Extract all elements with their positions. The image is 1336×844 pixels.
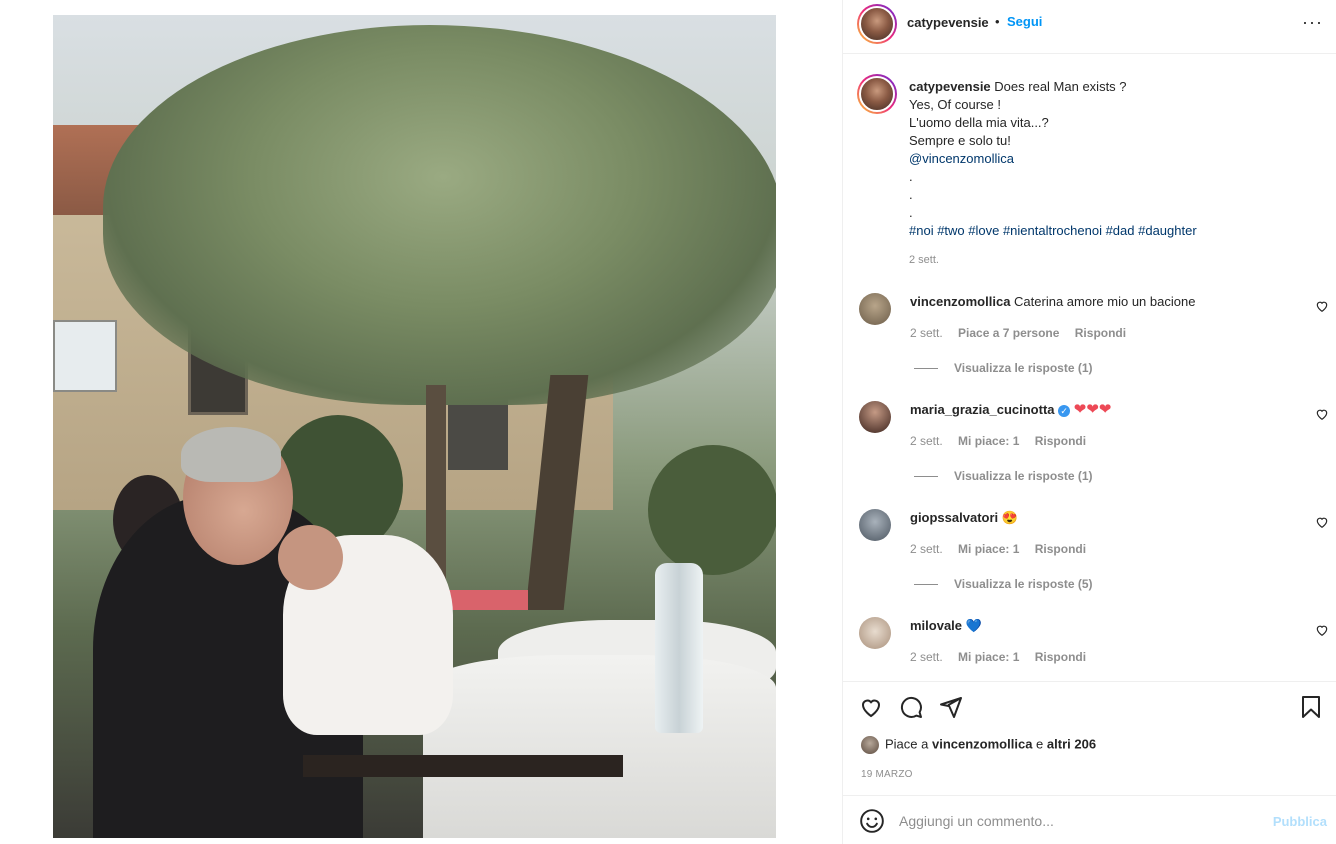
- comment: milovale 💙 2 sett. Mi piace: 1 Rispondi: [843, 617, 1336, 680]
- comment-text: milovale 💙: [910, 617, 982, 635]
- photo-sign: [53, 320, 117, 392]
- verified-icon: ✓: [1058, 404, 1071, 417]
- post-photo[interactable]: [53, 15, 776, 838]
- comment-likes[interactable]: Piace a 7 persone: [958, 326, 1059, 340]
- reply-button[interactable]: Rispondi: [1035, 650, 1086, 664]
- photo-pane: [0, 0, 842, 844]
- comment-meta: 2 sett. Mi piace: 1 Rispondi: [910, 650, 1098, 664]
- post-side-panel: catypevensie • Segui ··· catypevensie Do…: [842, 0, 1336, 844]
- comment-text: giopssalvatori 😍: [910, 509, 1018, 527]
- post-date[interactable]: 19 MARZO: [861, 769, 913, 780]
- comment: giopssalvatori 😍 2 sett. Mi piace: 1 Ris…: [843, 509, 1336, 617]
- comment-body: Caterina amore mio un bacione: [1014, 294, 1196, 309]
- comment-time: 2 sett.: [910, 434, 943, 448]
- caption-username[interactable]: catypevensie: [909, 79, 991, 94]
- avatar[interactable]: [859, 617, 891, 649]
- view-replies-button[interactable]: Visualizza le risposte (5): [914, 577, 1093, 591]
- more-icon[interactable]: ···: [1302, 12, 1323, 33]
- comment: maria_grazia_cucinotta ✓ ❤❤❤ 2 sett. Mi …: [843, 401, 1336, 509]
- reply-button[interactable]: Rispondi: [1075, 326, 1126, 340]
- caption-time: 2 sett.: [909, 254, 939, 266]
- avatar: [861, 736, 879, 754]
- view-replies-button[interactable]: Visualizza le risposte (1): [914, 469, 1093, 483]
- avatar[interactable]: [859, 509, 891, 541]
- caption-line: .: [909, 187, 913, 202]
- likes-prefix: Piace a: [885, 736, 929, 752]
- emoji-icon[interactable]: [859, 808, 885, 834]
- photo-man-hair: [181, 427, 281, 482]
- caption-text: catypevensie Does real Man exists ? Yes,…: [909, 78, 1319, 240]
- comment-username[interactable]: milovale: [910, 618, 962, 633]
- follow-button[interactable]: Segui: [1007, 14, 1042, 29]
- comment-icon[interactable]: [899, 695, 923, 719]
- heart-icon[interactable]: [1315, 515, 1329, 529]
- comment-meta: 2 sett. Piace a 7 persone Rispondi: [910, 326, 1138, 340]
- caption-line: Yes, Of course !: [909, 97, 1002, 112]
- heart-icon[interactable]: [859, 695, 883, 719]
- comment-likes[interactable]: Mi piace: 1: [958, 650, 1019, 664]
- post-actions: Piace a vincenzomollica e altri 206 19 M…: [843, 681, 1336, 794]
- comment-text: maria_grazia_cucinotta ✓ ❤❤❤: [910, 401, 1111, 419]
- avatar[interactable]: [859, 293, 891, 325]
- photo-willow-tree: [103, 25, 776, 405]
- comment-likes[interactable]: Mi piace: 1: [958, 434, 1019, 448]
- caption-mention[interactable]: @vincenzomollica: [909, 150, 1319, 168]
- post-header: catypevensie • Segui ···: [843, 0, 1336, 54]
- comment: vincenzomollica Caterina amore mio un ba…: [843, 293, 1336, 401]
- likes-user[interactable]: vincenzomollica: [932, 736, 1032, 751]
- comment-input[interactable]: [899, 808, 1259, 834]
- photo-bottle: [655, 563, 703, 733]
- comment-username[interactable]: giopssalvatori: [910, 510, 998, 525]
- comment-text: vincenzomollica Caterina amore mio un ba…: [910, 293, 1195, 311]
- photo-bride-head: [278, 525, 343, 590]
- heart-icon[interactable]: [1315, 623, 1329, 637]
- comment-likes[interactable]: Mi piace: 1: [958, 542, 1019, 556]
- comment-body: 😍: [1001, 510, 1018, 525]
- view-replies-label: Visualizza le risposte (1): [954, 469, 1093, 483]
- reply-button[interactable]: Rispondi: [1035, 542, 1086, 556]
- caption-line: Sempre e solo tu!: [909, 133, 1011, 148]
- view-replies-label: Visualizza le risposte (5): [954, 577, 1093, 591]
- caption-hashtags[interactable]: #noi #two #love #nientaltrochenoi #dad #…: [909, 222, 1319, 240]
- likes-others[interactable]: altri 206: [1047, 736, 1096, 751]
- comment-meta: 2 sett. Mi piace: 1 Rispondi: [910, 434, 1098, 448]
- heart-icon[interactable]: [1315, 299, 1329, 313]
- heart-icon[interactable]: [1315, 407, 1329, 421]
- publish-button[interactable]: Pubblica: [1273, 814, 1327, 829]
- likes-and: e: [1036, 736, 1044, 752]
- comment-time: 2 sett.: [910, 542, 943, 556]
- photo-table: [423, 655, 776, 838]
- caption-avatar[interactable]: [857, 74, 897, 114]
- separator-dot: •: [995, 14, 1000, 29]
- comment-username[interactable]: maria_grazia_cucinotta: [910, 402, 1055, 417]
- share-icon[interactable]: [939, 695, 963, 719]
- caption-line: L'uomo della mia vita...?: [909, 115, 1049, 130]
- comment-time: 2 sett.: [910, 326, 943, 340]
- caption-line: .: [909, 169, 913, 184]
- caption-line: Does real Man exists ?: [994, 79, 1127, 94]
- comment-body: ❤❤❤: [1073, 401, 1112, 418]
- author-avatar[interactable]: [857, 4, 897, 44]
- likes-summary: Piace a vincenzomollica e altri 206: [861, 736, 1096, 754]
- comment-meta: 2 sett. Mi piace: 1 Rispondi: [910, 542, 1098, 556]
- comments-list[interactable]: catypevensie Does real Man exists ? Yes,…: [843, 55, 1336, 680]
- photo-bush: [648, 445, 776, 575]
- comment-username[interactable]: vincenzomollica: [910, 294, 1010, 309]
- photo-bench: [303, 755, 623, 777]
- bookmark-icon[interactable]: [1299, 695, 1323, 719]
- view-replies-label: Visualizza le risposte (1): [954, 361, 1093, 375]
- comment-time: 2 sett.: [910, 650, 943, 664]
- reply-button[interactable]: Rispondi: [1035, 434, 1086, 448]
- author-username[interactable]: catypevensie: [907, 15, 989, 30]
- comment-composer: Pubblica: [843, 795, 1336, 844]
- caption-line: .: [909, 205, 913, 220]
- avatar[interactable]: [859, 401, 891, 433]
- comment-body: 💙: [965, 618, 982, 633]
- view-replies-button[interactable]: Visualizza le risposte (1): [914, 361, 1093, 375]
